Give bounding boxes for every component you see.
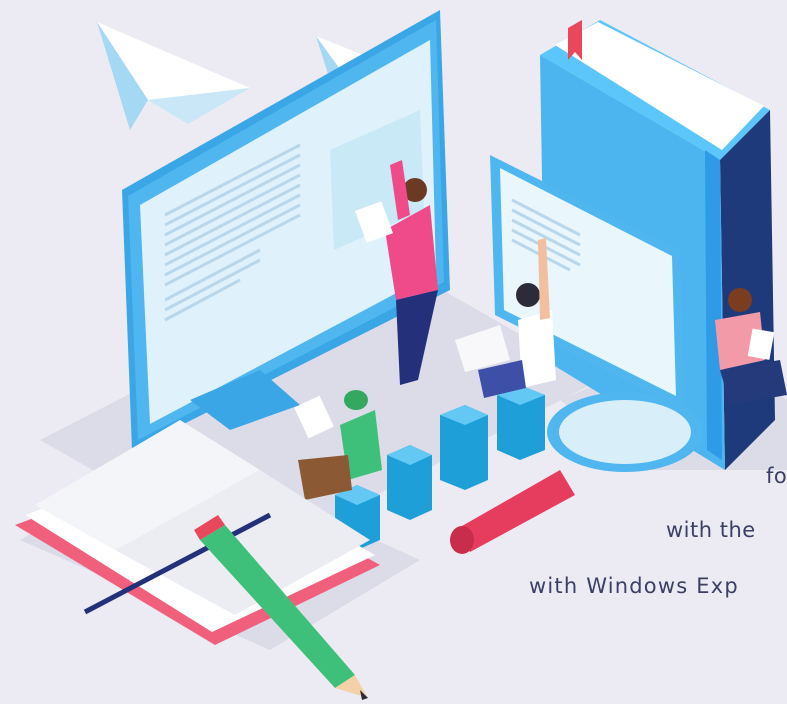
caption-line-3: with Windows Exp [529, 574, 739, 598]
isometric-learning-illustration [15, 10, 787, 700]
caption-line-1: fo [766, 464, 787, 488]
paper-plane-left [97, 22, 250, 130]
caption-line-2: with the [666, 518, 756, 542]
